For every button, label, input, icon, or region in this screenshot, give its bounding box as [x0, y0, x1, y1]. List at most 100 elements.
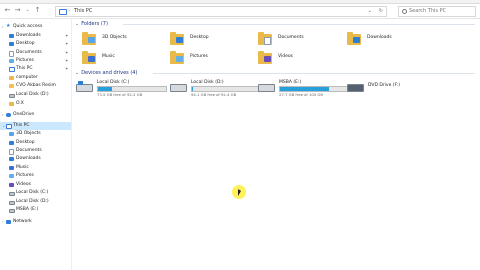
folder-label: Desktop: [190, 35, 209, 40]
address-bar-row: ← → ⌄ ↑ › This PC ⌄ ↻ Search This PC: [0, 4, 480, 19]
sidebar-item-label: Local Disk (D:): [16, 92, 49, 97]
folder-label: Videos: [278, 54, 293, 59]
recent-locations-icon[interactable]: ⌄: [24, 6, 31, 15]
desktop-icon: [176, 37, 183, 43]
drives-header-label: Devices and drives (4): [81, 70, 138, 76]
drive-usage-fill: [98, 87, 112, 91]
sidebar-item-label: OneDrive: [13, 112, 35, 117]
sidebar-item-label: Desktop: [16, 41, 35, 46]
drive-tile-dvd-f[interactable]: DVD Drive (F:): [347, 80, 437, 98]
sidebar-item-label: Network: [13, 219, 32, 224]
drive-free-space: 73.5 GB free of 92.2 GB: [97, 92, 143, 97]
sidebar-item-label: O.X: [16, 101, 24, 106]
folders-group-header[interactable]: ⌄ Folders (7): [75, 20, 475, 28]
sidebar-item-pc-documents[interactable]: Documents: [0, 147, 71, 155]
sidebar-item-network[interactable]: › Network: [0, 218, 71, 226]
sidebar-item-desktop[interactable]: Desktop ✦: [0, 40, 71, 48]
drive-free-space: 94.1 GB free of 92.4 GB: [191, 92, 237, 97]
drive-tile-local-disk-c[interactable]: Local Disk (C:) 73.5 GB free of 92.2 GB: [76, 80, 167, 98]
folder-icon: [9, 84, 14, 88]
folder-label: Pictures: [190, 54, 208, 59]
refresh-icon[interactable]: ↻: [379, 7, 383, 16]
folder-tile-documents[interactable]: Documents: [258, 32, 338, 50]
sidebar-item-pc-music[interactable]: Music: [0, 164, 71, 172]
sidebar-item-computer[interactable]: computer: [0, 74, 71, 82]
breadcrumb-chevron-icon[interactable]: ›: [68, 7, 70, 16]
sidebar-item-label: MSBA (E:): [16, 207, 39, 212]
address-dropdown-icon[interactable]: ⌄: [368, 7, 372, 16]
drive-tile-msba-e[interactable]: MSBA (E:) 27.7 GB free of 100 GB: [258, 80, 349, 98]
sidebar-item-pictures[interactable]: Pictures ✦: [0, 57, 71, 65]
forward-icon[interactable]: →: [14, 6, 21, 15]
pictures-icon: [176, 56, 183, 62]
folder-tile-pictures[interactable]: Pictures: [170, 51, 250, 69]
downloads-icon: [9, 34, 14, 38]
sidebar-item-label: Local Disk (C:): [16, 190, 49, 195]
mouse-cursor-icon: [238, 189, 241, 196]
sidebar-item-this-pc-pinned[interactable]: This PC ✦: [0, 65, 71, 73]
pc-icon: [59, 9, 67, 15]
expand-chevron-icon[interactable]: ›: [2, 218, 4, 226]
drive-tile-local-disk-d[interactable]: Local Disk (D:) 94.1 GB free of 92.4 GB: [170, 80, 261, 98]
collapse-chevron-icon[interactable]: ⌄: [2, 122, 5, 130]
drives-group-header[interactable]: ⌄ Devices and drives (4): [75, 69, 475, 77]
folder-tile-videos[interactable]: Videos: [258, 51, 338, 69]
sidebar-item-pc-local-disk-c[interactable]: Local Disk (C:): [0, 189, 71, 197]
sidebar-item-pc-downloads[interactable]: Downloads: [0, 155, 71, 163]
drive-icon: [9, 192, 15, 196]
pc-icon: [6, 124, 12, 129]
sidebar-item-this-pc[interactable]: ⌄ This PC: [0, 122, 71, 130]
breadcrumb-this-pc[interactable]: This PC: [74, 7, 92, 16]
sidebar-item-onedrive[interactable]: › OneDrive: [0, 111, 71, 119]
drive-usage-fill: [280, 87, 329, 91]
sidebar-item-pc-msba-e[interactable]: MSBA (E:): [0, 206, 71, 214]
desktop-icon: [9, 42, 14, 46]
back-icon[interactable]: ←: [4, 6, 11, 15]
folder-label: Music: [102, 54, 115, 59]
sidebar-item-documents[interactable]: Documents ✦: [0, 49, 71, 57]
folder-icon: [82, 51, 96, 64]
sidebar-item-3d-objects[interactable]: 3D Objects: [0, 130, 71, 138]
sidebar-item-label: Documents: [16, 148, 42, 153]
expand-chevron-icon[interactable]: ›: [2, 111, 4, 119]
search-input[interactable]: Search This PC: [398, 6, 476, 17]
folder-icon: [347, 32, 361, 45]
title-strip-text-2: ...: [120, 0, 123, 1]
collapse-chevron-icon[interactable]: ⌄: [75, 70, 79, 76]
drive-icon: [170, 84, 187, 92]
address-field[interactable]: › This PC ⌄ ↻: [55, 6, 387, 17]
folder-tile-downloads[interactable]: Downloads: [347, 32, 427, 50]
up-icon[interactable]: ↑: [34, 6, 41, 15]
sidebar-item-cvo-akbas-resim[interactable]: CVO Akbas Resim: [0, 82, 71, 90]
pin-icon: ✦: [65, 41, 69, 46]
folder-tile-3d-objects[interactable]: 3D Objects: [82, 32, 162, 50]
pin-icon: ✦: [65, 66, 69, 71]
drive-label: Local Disk (D:): [191, 80, 224, 85]
pictures-icon: [9, 174, 14, 178]
expand-chevron-icon[interactable]: ›: [2, 23, 4, 31]
title-strip-text-1: ...: [55, 0, 58, 1]
sidebar-item-label: Desktop: [16, 140, 35, 145]
sidebar-item-pc-videos[interactable]: Videos: [0, 181, 71, 189]
folder-tile-music[interactable]: Music: [82, 51, 162, 69]
sidebar-item-local-disk-d[interactable]: Local Disk (D:): [0, 91, 71, 99]
sidebar-item-label: Pictures: [16, 58, 34, 63]
sidebar-item-pc-desktop[interactable]: Desktop: [0, 139, 71, 147]
sidebar-item-pc-local-disk-d[interactable]: Local Disk (D:): [0, 198, 71, 206]
sidebar-item-quick-access[interactable]: › ★ Quick access: [0, 23, 71, 31]
group-divider: [153, 73, 475, 74]
collapse-chevron-icon[interactable]: ⌄: [75, 21, 79, 27]
downloads-icon: [9, 157, 14, 161]
folder-tile-desktop[interactable]: Desktop: [170, 32, 250, 50]
sidebar-item-downloads[interactable]: Downloads ✦: [0, 32, 71, 40]
sidebar-item-label: Quick access: [13, 24, 43, 29]
folder-icon: [9, 76, 14, 80]
videos-icon: [9, 183, 14, 187]
title-strip-text-3: ...: [180, 0, 183, 1]
folder-icon: [170, 32, 184, 45]
sidebar-item-pc-pictures[interactable]: Pictures: [0, 172, 71, 180]
group-divider: [123, 24, 475, 25]
sidebar-item-ox[interactable]: O.X: [0, 100, 71, 108]
drive-usage-fill: [192, 87, 194, 91]
music-icon: [9, 166, 14, 170]
